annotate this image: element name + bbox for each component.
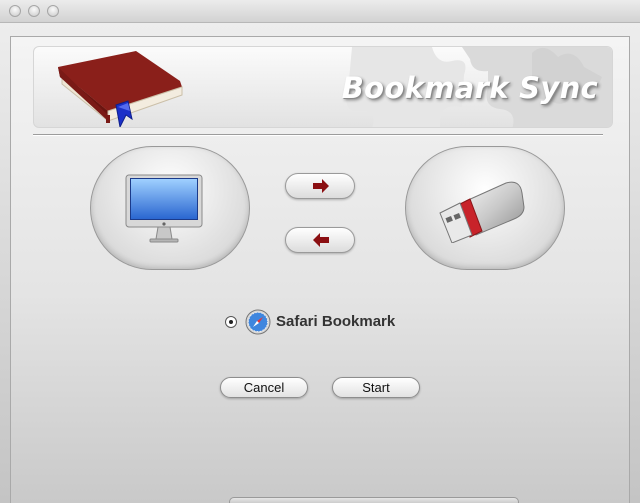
header-divider [33, 134, 603, 135]
source-label: Safari Bookmark [276, 313, 396, 330]
book-icon [58, 51, 184, 127]
title-bar [0, 0, 640, 23]
header-banner: Bookmark Sync [33, 46, 613, 128]
close-icon[interactable] [9, 5, 21, 17]
app-window: Bookmark Sync Safari Bookmark Cancel Sta… [0, 0, 640, 503]
bottom-edge [229, 497, 519, 503]
imac-icon [125, 174, 203, 243]
usb-panel [405, 146, 565, 270]
arrow-right-icon [313, 179, 329, 193]
usb-drive-icon [439, 181, 525, 243]
safari-icon [245, 309, 271, 335]
arrow-left-icon [313, 233, 329, 247]
source-radio[interactable] [225, 316, 237, 328]
computer-panel [90, 146, 250, 270]
sync-to-device-button[interactable] [285, 173, 355, 199]
minimize-icon[interactable] [28, 5, 40, 17]
zoom-icon[interactable] [47, 5, 59, 17]
main-panel: Bookmark Sync Safari Bookmark Cancel Sta… [10, 36, 630, 503]
cancel-button[interactable]: Cancel [220, 377, 308, 398]
start-button[interactable]: Start [332, 377, 420, 398]
sync-from-device-button[interactable] [285, 227, 355, 253]
app-title: Bookmark Sync [341, 71, 598, 105]
